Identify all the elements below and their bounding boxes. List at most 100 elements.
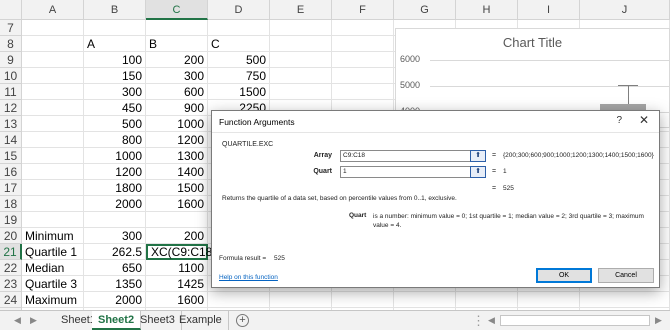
cell-c11[interactable]: 600 [146,84,208,100]
row-header-13[interactable]: 13 [0,116,22,132]
row-header-20[interactable]: 20 [0,228,22,244]
cell-b12[interactable]: 450 [84,100,146,116]
cell-c15[interactable]: 1300 [146,148,208,164]
cell-b17[interactable]: 1800 [84,180,146,196]
cell-a11[interactable] [22,84,84,100]
cell-c9[interactable]: 200 [146,52,208,68]
cell-h24[interactable] [456,292,518,308]
cell-d7[interactable] [208,20,270,36]
cell-b7[interactable] [84,20,146,36]
cell-a14[interactable] [22,132,84,148]
add-sheet-icon[interactable]: + [236,314,249,327]
row-header-8[interactable]: 8 [0,36,22,52]
cell-a16[interactable] [22,164,84,180]
cell-d11[interactable]: 1500 [208,84,270,100]
quart-input[interactable]: 1 [340,166,486,178]
cell-c17[interactable]: 1500 [146,180,208,196]
dialog-titlebar[interactable]: Function Arguments ? ✕ [212,111,659,133]
column-header-h[interactable]: H [456,0,518,20]
cell-a18[interactable] [22,196,84,212]
cell-b23[interactable]: 1350 [84,276,146,292]
cell-b11[interactable]: 300 [84,84,146,100]
cell-d24[interactable] [208,292,270,308]
cell-i24[interactable] [518,292,580,308]
cell-a8[interactable] [22,36,84,52]
cell-d8[interactable]: C [208,36,270,52]
row-header-23[interactable]: 23 [0,276,22,292]
cell-a22[interactable]: Median [22,260,84,276]
cell-f11[interactable] [332,84,394,100]
cell-c19[interactable] [146,212,208,228]
column-header-i[interactable]: I [518,0,580,20]
row-header-10[interactable]: 10 [0,68,22,84]
cell-a10[interactable] [22,68,84,84]
cell-b18[interactable]: 2000 [84,196,146,212]
row-header-15[interactable]: 15 [0,148,22,164]
cell-a23[interactable]: Quartile 3 [22,276,84,292]
cell-c8[interactable]: B [146,36,208,52]
row-header-9[interactable]: 9 [0,52,22,68]
cell-b22[interactable]: 650 [84,260,146,276]
cell-c13[interactable]: 1000 [146,116,208,132]
cell-c18[interactable]: 1600 [146,196,208,212]
row-header-18[interactable]: 18 [0,196,22,212]
tab-split-handle[interactable]: ⋮ [472,311,485,330]
cell-e8[interactable] [270,36,332,52]
cell-a19[interactable] [22,212,84,228]
cell-b13[interactable]: 500 [84,116,146,132]
cell-b16[interactable]: 1200 [84,164,146,180]
column-header-j[interactable]: J [580,0,670,20]
ok-button[interactable]: OK [536,268,592,283]
collapse-dialog-icon[interactable]: ⬆ [470,150,486,162]
row-header-12[interactable]: 12 [0,100,22,116]
cell-c20[interactable]: 200 [146,228,208,244]
row-header-21[interactable]: 21 [0,244,22,260]
cell-b14[interactable]: 800 [84,132,146,148]
cell-e7[interactable] [270,20,332,36]
cell-e24[interactable] [270,292,332,308]
cell-b24[interactable]: 2000 [84,292,146,308]
cell-c23[interactable]: 1425 [146,276,208,292]
cell-a13[interactable] [22,116,84,132]
column-header-f[interactable]: F [332,0,394,20]
cell-a21[interactable]: Quartile 1 [22,244,84,260]
cell-c10[interactable]: 300 [146,68,208,84]
cell-f24[interactable] [332,292,394,308]
cell-a12[interactable] [22,100,84,116]
row-header-19[interactable]: 19 [0,212,22,228]
scroll-right-icon[interactable]: ▶ [655,311,662,330]
close-icon[interactable]: ✕ [639,113,649,127]
cell-b15[interactable]: 1000 [84,148,146,164]
select-all-corner[interactable] [0,0,22,20]
cell-b8[interactable]: A [84,36,146,52]
row-header-22[interactable]: 22 [0,260,22,276]
chart-title[interactable]: Chart Title [396,35,669,50]
cell-a7[interactable] [22,20,84,36]
cell-a20[interactable]: Minimum [22,228,84,244]
array-input[interactable]: C9:C18 [340,150,486,162]
row-header-16[interactable]: 16 [0,164,22,180]
row-header-24[interactable]: 24 [0,292,22,308]
cell-c7[interactable] [146,20,208,36]
cell-f9[interactable] [332,52,394,68]
help-icon[interactable]: ? [616,115,622,126]
tab-example[interactable]: Example [173,311,229,330]
cell-f10[interactable] [332,68,394,84]
column-header-a[interactable]: A [22,0,84,20]
cell-f8[interactable] [332,36,394,52]
row-header-11[interactable]: 11 [0,84,22,100]
cell-e9[interactable] [270,52,332,68]
column-header-e[interactable]: E [270,0,332,20]
cell-b19[interactable] [84,212,146,228]
scroll-left-icon[interactable]: ◀ [488,311,495,330]
row-header-14[interactable]: 14 [0,132,22,148]
cell-c24[interactable]: 1600 [146,292,208,308]
row-header-7[interactable]: 7 [0,20,22,36]
column-header-b[interactable]: B [84,0,146,20]
cell-f7[interactable] [332,20,394,36]
column-header-d[interactable]: D [208,0,270,20]
column-header-g[interactable]: G [394,0,456,20]
cell-c16[interactable]: 1400 [146,164,208,180]
cell-g24[interactable] [394,292,456,308]
cell-a17[interactable] [22,180,84,196]
